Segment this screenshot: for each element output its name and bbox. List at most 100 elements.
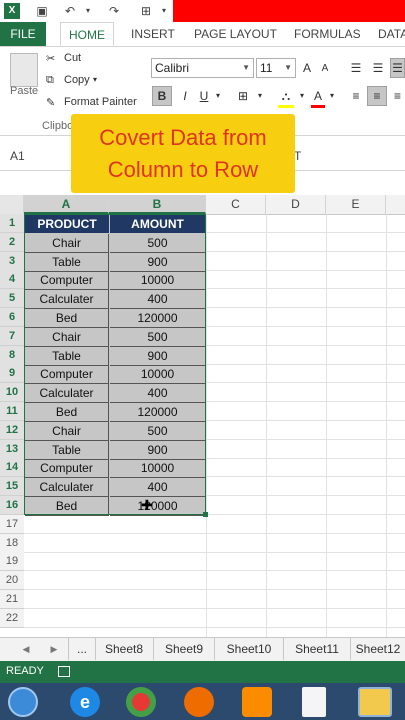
sheet-tab[interactable]: Sheet12 <box>351 638 405 660</box>
align-right-icon[interactable]: ≡ <box>390 87 405 105</box>
tab-data[interactable]: DATA <box>378 22 405 46</box>
italic-button[interactable]: I <box>178 87 192 105</box>
scroll-tabs-right-icon[interactable]: ▶ <box>46 638 62 660</box>
cell-product[interactable]: Table <box>25 441 109 460</box>
cell-product[interactable]: Table <box>25 253 109 272</box>
row-header[interactable]: 17 <box>0 515 24 534</box>
row-header[interactable]: 16 <box>0 496 24 515</box>
row-header[interactable]: 11 <box>0 402 24 421</box>
border-dropdown-icon[interactable]: ▾ <box>256 87 264 105</box>
underline-dropdown-icon[interactable]: ▾ <box>214 87 222 105</box>
grow-font-button[interactable]: A <box>300 59 314 77</box>
tab-file[interactable]: FILE <box>0 22 46 46</box>
cell-amount[interactable]: 10000 <box>110 365 205 384</box>
tab-formulas[interactable]: FORMULAS <box>294 22 361 46</box>
tab-insert[interactable]: INSERT <box>131 22 175 46</box>
table-header-amount[interactable]: AMOUNT <box>110 215 205 233</box>
row-header[interactable]: 3 <box>0 252 24 271</box>
format-painter-icon[interactable]: ✎ <box>46 96 55 109</box>
cell-product[interactable]: Calculater <box>25 290 109 309</box>
fill-color-icon[interactable]: ⛬ <box>278 87 294 108</box>
sheet-tab[interactable]: Sheet11 <box>284 638 351 660</box>
row-header[interactable]: 6 <box>0 308 24 327</box>
row-header[interactable]: 10 <box>0 383 24 402</box>
column-header-e[interactable]: E <box>326 195 386 214</box>
fill-color-dropdown-icon[interactable]: ▾ <box>298 87 306 105</box>
document-icon[interactable] <box>302 687 326 717</box>
column-header-c[interactable]: C <box>206 195 266 214</box>
cell-product[interactable]: Calculater <box>25 384 109 403</box>
column-header-d[interactable]: D <box>266 195 326 214</box>
row-header[interactable]: 21 <box>0 590 24 609</box>
scroll-tabs-left-icon[interactable]: ◀ <box>18 638 34 660</box>
cell-product[interactable]: Chair <box>25 422 109 441</box>
sheet-tab[interactable]: Sheet10 <box>215 638 284 660</box>
worksheet-grid[interactable]: 1 2 3 4 5 6 7 8 9 10 11 12 13 14 15 16 17 18 19 20 21 22 PROD… <box>0 214 405 637</box>
formula-input[interactable]: T <box>294 149 301 163</box>
borders-icon[interactable]: ⊞ <box>138 3 154 19</box>
row-header[interactable]: 18 <box>0 534 24 553</box>
font-color-dropdown-icon[interactable]: ▾ <box>328 87 336 105</box>
font-name-dropdown[interactable]: Calibri ▼ <box>151 58 254 78</box>
align-center-icon[interactable]: ≡ <box>367 86 387 106</box>
row-header[interactable]: 14 <box>0 458 24 477</box>
row-header[interactable]: 2 <box>0 233 24 252</box>
undo-icon[interactable]: ↶ <box>62 3 78 19</box>
row-header[interactable]: 8 <box>0 346 24 365</box>
row-header[interactable]: 19 <box>0 552 24 571</box>
cell-amount[interactable]: 500 <box>110 234 205 253</box>
start-button-icon[interactable] <box>8 687 38 717</box>
cell-product[interactable]: Computer <box>25 365 109 384</box>
cell-amount[interactable]: 120000 <box>110 497 205 516</box>
sheet-tab[interactable]: Sheet9 <box>154 638 215 660</box>
sheet-tab[interactable]: Sheet8 <box>95 638 154 660</box>
cell-amount[interactable]: 10000 <box>110 459 205 478</box>
paste-icon[interactable] <box>10 53 38 87</box>
underline-button[interactable]: U <box>197 87 211 105</box>
row-header[interactable]: 7 <box>0 327 24 346</box>
cell-amount[interactable]: 10000 <box>110 271 205 290</box>
chrome-icon[interactable] <box>126 687 156 717</box>
cell-amount[interactable]: 120000 <box>110 403 205 422</box>
undo-dropdown-icon[interactable]: ▾ <box>80 3 96 19</box>
align-bottom-icon[interactable]: ☰ <box>390 58 405 78</box>
border-icon[interactable]: ⊞ <box>236 87 250 105</box>
row-header[interactable]: 20 <box>0 571 24 590</box>
macro-record-icon[interactable] <box>58 666 70 677</box>
media-player-icon[interactable] <box>242 687 272 717</box>
copy-button[interactable]: Copy <box>64 74 90 86</box>
cell-product[interactable]: Computer <box>25 459 109 478</box>
align-middle-icon[interactable]: ☰ <box>370 59 386 77</box>
copy-icon[interactable]: ⧉ <box>46 74 54 87</box>
cell-amount[interactable]: 120000 <box>110 309 205 328</box>
shrink-font-button[interactable]: A <box>318 60 332 78</box>
cell-amount[interactable]: 400 <box>110 478 205 497</box>
column-header-b[interactable]: B <box>109 195 206 214</box>
paste-button[interactable]: Paste <box>10 85 38 97</box>
row-header[interactable]: 22 <box>0 609 24 628</box>
align-left-icon[interactable]: ≡ <box>348 87 364 105</box>
cell-product[interactable]: Computer <box>25 271 109 290</box>
row-header[interactable]: 5 <box>0 289 24 308</box>
file-explorer-icon[interactable] <box>358 687 392 717</box>
cut-icon[interactable]: ✂ <box>46 52 55 65</box>
cell-product[interactable]: Bed <box>25 403 109 422</box>
copy-dropdown-icon[interactable]: ▾ <box>93 75 97 84</box>
internet-explorer-icon[interactable]: e <box>70 687 100 717</box>
cell-amount[interactable]: 400 <box>110 290 205 309</box>
row-header[interactable]: 15 <box>0 477 24 496</box>
font-color-button[interactable]: A <box>311 87 325 108</box>
name-box[interactable]: A1 <box>10 149 25 163</box>
cell-amount[interactable]: 500 <box>110 422 205 441</box>
cell-product[interactable]: Bed <box>25 309 109 328</box>
cell-product[interactable]: Chair <box>25 328 109 347</box>
row-header[interactable]: 9 <box>0 364 24 383</box>
cell-product[interactable]: Chair <box>25 234 109 253</box>
cell-product[interactable]: Calculater <box>25 478 109 497</box>
cell-product[interactable]: Table <box>25 347 109 366</box>
cell-amount[interactable]: 500 <box>110 328 205 347</box>
tab-page-layout[interactable]: PAGE LAYOUT <box>194 22 277 46</box>
bold-button[interactable]: B <box>152 86 172 106</box>
fill-handle[interactable] <box>203 512 208 517</box>
cell-amount[interactable]: 900 <box>110 441 205 460</box>
